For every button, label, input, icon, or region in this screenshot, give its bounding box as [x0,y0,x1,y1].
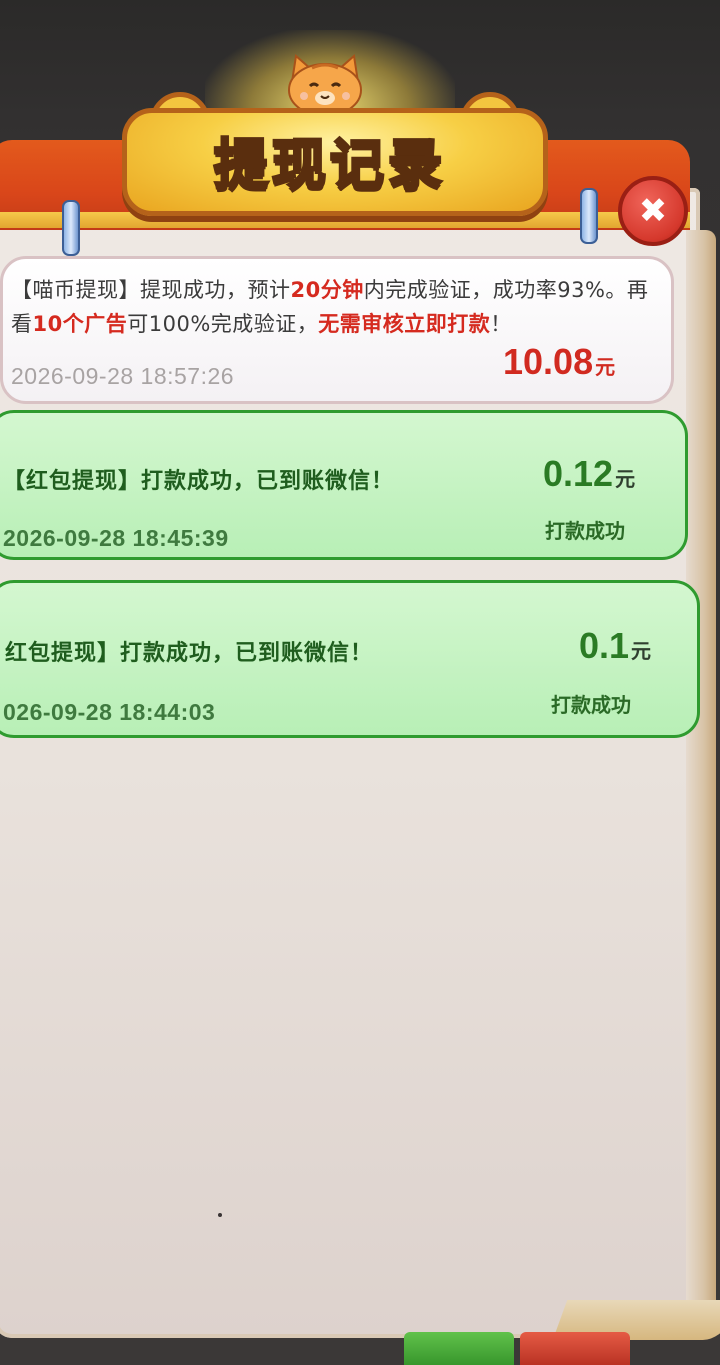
record-amount: 0.12 元 [543,453,635,495]
record-amount: 0.1 元 [579,625,651,667]
message-highlight: 无需审核立即打款 [318,312,491,336]
dialog-title: 提现记录 [213,132,446,198]
pin-left-decoration [62,200,80,256]
record-timestamp: 026-09-28 18:44:03 [3,699,216,725]
close-button[interactable]: ✖ [618,176,688,246]
record-card-pending: 【喵币提现】提现成功，预计20分钟内完成验证，成功率93%。再看10个广告可10… [0,256,674,404]
amount-unit: 元 [595,357,616,379]
record-timestamp: 2026-09-28 18:45:39 [3,525,229,551]
scroll-edge-decoration [686,230,716,1330]
status-badge: 打款成功 [551,693,631,717]
pin-right-decoration [580,188,598,244]
message-part: 【喵币提现】提现成功，预计 [11,278,291,302]
record-card-success: 【红包提现】打款成功，已到账微信！ 2026-09-28 18:45:39 0.… [0,410,688,560]
status-badge: 打款成功 [545,519,625,543]
speck-decoration [218,1213,222,1217]
message-highlight: 10个广告 [32,312,128,336]
record-message: 红包提现】打款成功，已到账微信！ [5,641,374,666]
bottom-tab-red[interactable] [520,1332,630,1365]
amount-unit: 元 [631,641,652,663]
record-message: 【红包提现】打款成功，已到账微信！ [3,469,395,494]
message-highlight: 20分钟 [290,278,364,302]
record-timestamp: 2026-09-28 18:57:26 [11,363,235,389]
message-part: ！ [490,312,512,336]
record-message: 【喵币提现】提现成功，预计20分钟内完成验证，成功率93%。再看10个广告可10… [11,273,651,341]
message-part: 可100%完成验证， [127,312,319,336]
withdraw-records-screen: 提现记录 ✖ 【喵币提现】提现成功，预计20分钟内完成验证，成功率93%。再看1… [0,0,720,1365]
amount-unit: 元 [615,469,636,491]
amount-value: 0.1 [579,625,630,666]
amount-value: 0.12 [543,453,614,494]
record-amount: 10.08 元 [503,341,615,383]
record-card-success: 红包提现】打款成功，已到账微信！ 026-09-28 18:44:03 0.1 元… [0,580,700,738]
amount-value: 10.08 [503,341,594,382]
close-icon: ✖ [638,191,668,231]
bottom-tab-green[interactable] [404,1332,514,1365]
